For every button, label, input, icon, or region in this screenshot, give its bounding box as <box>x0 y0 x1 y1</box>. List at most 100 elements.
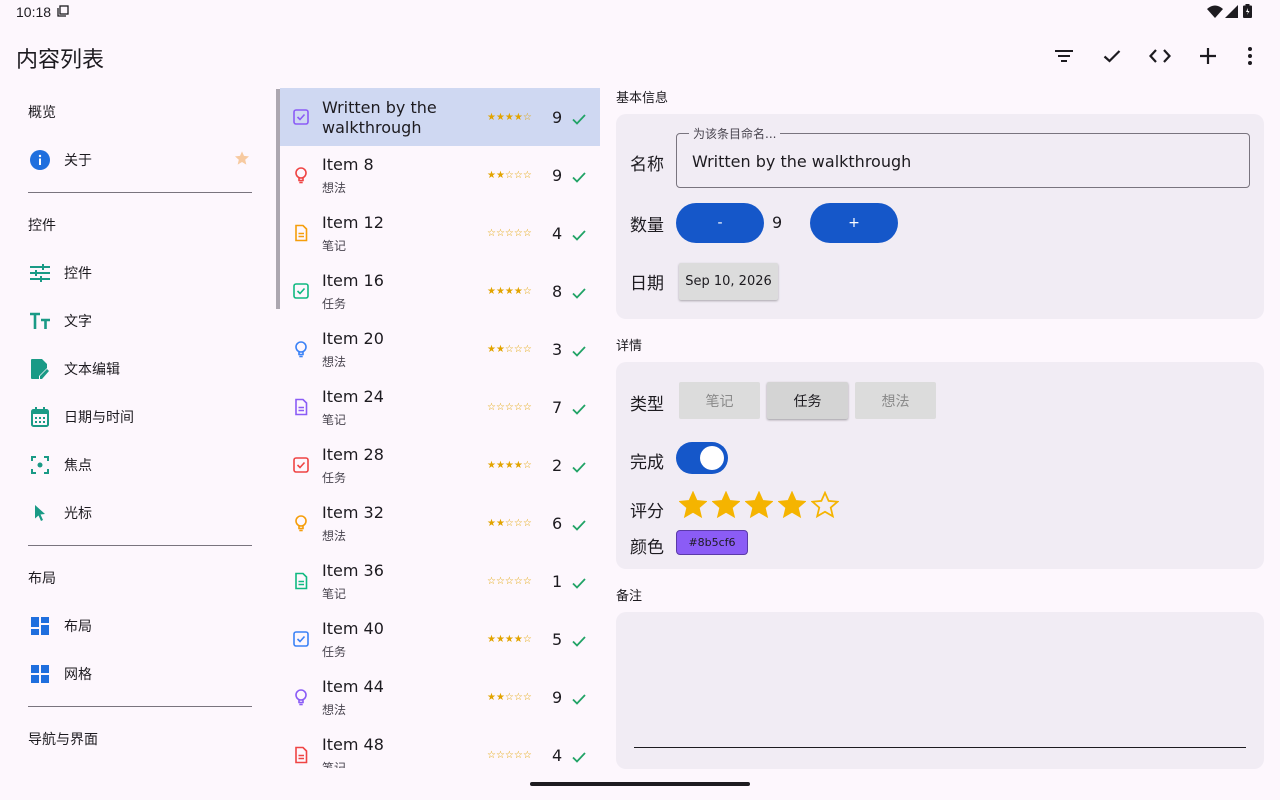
rating-star-icon[interactable] <box>676 488 709 522</box>
text-fields-icon <box>28 309 52 333</box>
list-item[interactable]: Item 36 笔记 ☆☆☆☆☆ 1 <box>280 552 600 610</box>
nav-item-stack[interactable]: 堆栈 <box>16 763 264 768</box>
list-item-rating: ★★★★☆ <box>487 112 532 123</box>
date-picker-button[interactable]: Sep 10, 2026 <box>679 263 778 300</box>
list-item-rating: ★★★★☆ <box>487 634 532 645</box>
list-item[interactable]: Item 40 任务 ★★★★☆ 5 <box>280 610 600 668</box>
name-field[interactable]: 为该条目命名... Written by the walkthrough <box>676 125 1250 188</box>
list-item-subtitle: 任务 <box>322 297 347 311</box>
list-item-title: Item 8 <box>322 155 374 174</box>
done-check-icon <box>572 574 586 593</box>
list-item-rating: ★★☆☆☆ <box>487 692 532 703</box>
list-item-title: Item 12 <box>322 213 384 232</box>
list-item-title: Written by the walkthrough <box>322 98 437 137</box>
nav-item-label: 光标 <box>64 506 92 522</box>
list-item[interactable]: Item 28 任务 ★★★★☆ 2 <box>280 436 600 494</box>
done-check-icon <box>572 748 586 767</box>
nav-item-label: 焦点 <box>64 458 92 474</box>
list-item-rating: ★★★★☆ <box>487 460 532 471</box>
info-icon <box>28 148 52 172</box>
rating-star-icon[interactable] <box>775 488 808 522</box>
decrement-button[interactable]: - <box>676 203 764 243</box>
nav-item-label: 文字 <box>64 314 92 330</box>
task-icon <box>292 108 310 126</box>
done-check-icon <box>572 342 586 361</box>
add-icon <box>1200 48 1216 64</box>
list-item-rating: ★★☆☆☆ <box>487 344 532 355</box>
nav-item-label: 日期与时间 <box>64 410 134 426</box>
list-item-title: Item 40 <box>322 619 384 638</box>
rating-star-icon[interactable] <box>742 488 775 522</box>
type-option-note[interactable]: 笔记 <box>679 382 760 419</box>
done-switch[interactable] <box>676 442 728 474</box>
code-icon <box>1149 49 1171 63</box>
filter-icon <box>1055 50 1073 62</box>
rating-star-icon[interactable] <box>808 488 841 522</box>
list-item[interactable]: Item 48 笔记 ☆☆☆☆☆ 4 <box>280 726 600 768</box>
task-icon <box>292 630 310 648</box>
color-swatch-button[interactable]: #8b5cf6 <box>676 530 748 555</box>
content-list: Written by the walkthrough ★★★★☆ 9 Item 8 想法… <box>280 88 600 768</box>
nav-section-overview: 概览 <box>28 105 56 121</box>
rating-star-icon[interactable] <box>709 488 742 522</box>
rating-bar[interactable] <box>676 488 841 522</box>
favorite-star-icon[interactable] <box>234 150 250 170</box>
quantity-value: 9 <box>772 213 783 232</box>
dashboard-icon <box>28 614 52 638</box>
idea-icon <box>292 688 310 706</box>
nav-item-cursor[interactable]: 光标 <box>16 489 264 537</box>
basic-info-card: 名称 为该条目命名... Written by the walkthrough … <box>616 114 1264 319</box>
list-item[interactable]: Item 44 想法 ★★☆☆☆ 9 <box>280 668 600 726</box>
list-item[interactable]: Item 24 笔记 ☆☆☆☆☆ 7 <box>280 378 600 436</box>
note-icon <box>292 746 310 764</box>
nav-section-layout: 布局 <box>28 571 56 587</box>
code-button[interactable] <box>1146 42 1174 70</box>
list-item[interactable]: Written by the walkthrough ★★★★☆ 9 <box>280 88 600 146</box>
nav-item-text[interactable]: 文字 <box>16 297 264 345</box>
status-bar: 10:18 <box>0 0 1280 24</box>
list-item[interactable]: Item 12 笔记 ☆☆☆☆☆ 4 <box>280 204 600 262</box>
quantity-label: 数量 <box>630 216 664 236</box>
nav-item-controls[interactable]: 控件 <box>16 249 264 297</box>
top-app-bar: 内容列表 <box>0 28 1280 84</box>
list-item-count: 9 <box>552 166 563 185</box>
list-item[interactable]: Item 20 想法 ★★☆☆☆ 3 <box>280 320 600 378</box>
list-item-title: Item 32 <box>322 503 384 522</box>
list-item[interactable]: Item 8 想法 ★★☆☆☆ 9 <box>280 146 600 204</box>
list-item[interactable]: Item 32 想法 ★★☆☆☆ 6 <box>280 494 600 552</box>
calendar-icon <box>28 405 52 429</box>
basic-info-header: 基本信息 <box>616 91 669 106</box>
nav-item-text-editing[interactable]: 文本编辑 <box>16 345 264 393</box>
list-item-title: Item 28 <box>322 445 384 464</box>
list-item[interactable]: Item 16 任务 ★★★★☆ 8 <box>280 262 600 320</box>
nav-item-focus[interactable]: 焦点 <box>16 441 264 489</box>
list-item-subtitle: 笔记 <box>322 761 347 768</box>
list-item-subtitle: 想法 <box>322 529 347 543</box>
nav-item-grid[interactable]: 网格 <box>16 650 264 698</box>
gesture-handle[interactable] <box>530 782 750 786</box>
filter-button[interactable] <box>1050 42 1078 70</box>
increment-button[interactable]: + <box>810 203 898 243</box>
idea-icon <box>292 166 310 184</box>
details-header: 详情 <box>616 339 643 354</box>
done-check-icon <box>572 110 586 129</box>
nav-item-about[interactable]: 关于 <box>16 136 264 184</box>
type-option-task[interactable]: 任务 <box>767 382 848 419</box>
color-label: 颜色 <box>630 538 664 558</box>
note-icon <box>292 572 310 590</box>
nav-item-date-time[interactable]: 日期与时间 <box>16 393 264 441</box>
nav-item-label: 关于 <box>64 153 92 169</box>
add-button[interactable] <box>1194 42 1222 70</box>
nav-section-navigation: 导航与界面 <box>28 732 98 748</box>
navigation-drawer: 概览 关于 控件 控件 文字 文本编辑 日期与时间 焦点 光标 布局 布局 网格… <box>16 88 264 768</box>
more-button[interactable] <box>1236 42 1264 70</box>
type-option-idea[interactable]: 想法 <box>855 382 936 419</box>
check-button[interactable] <box>1098 42 1126 70</box>
notes-field[interactable] <box>616 612 1264 769</box>
list-item-rating: ☆☆☆☆☆ <box>487 576 532 587</box>
nav-item-layout[interactable]: 布局 <box>16 602 264 650</box>
list-item-count: 7 <box>552 398 563 417</box>
battery-icon <box>1243 4 1252 22</box>
list-item-rating: ★★★★☆ <box>487 286 532 297</box>
list-item-subtitle: 想法 <box>322 181 347 195</box>
